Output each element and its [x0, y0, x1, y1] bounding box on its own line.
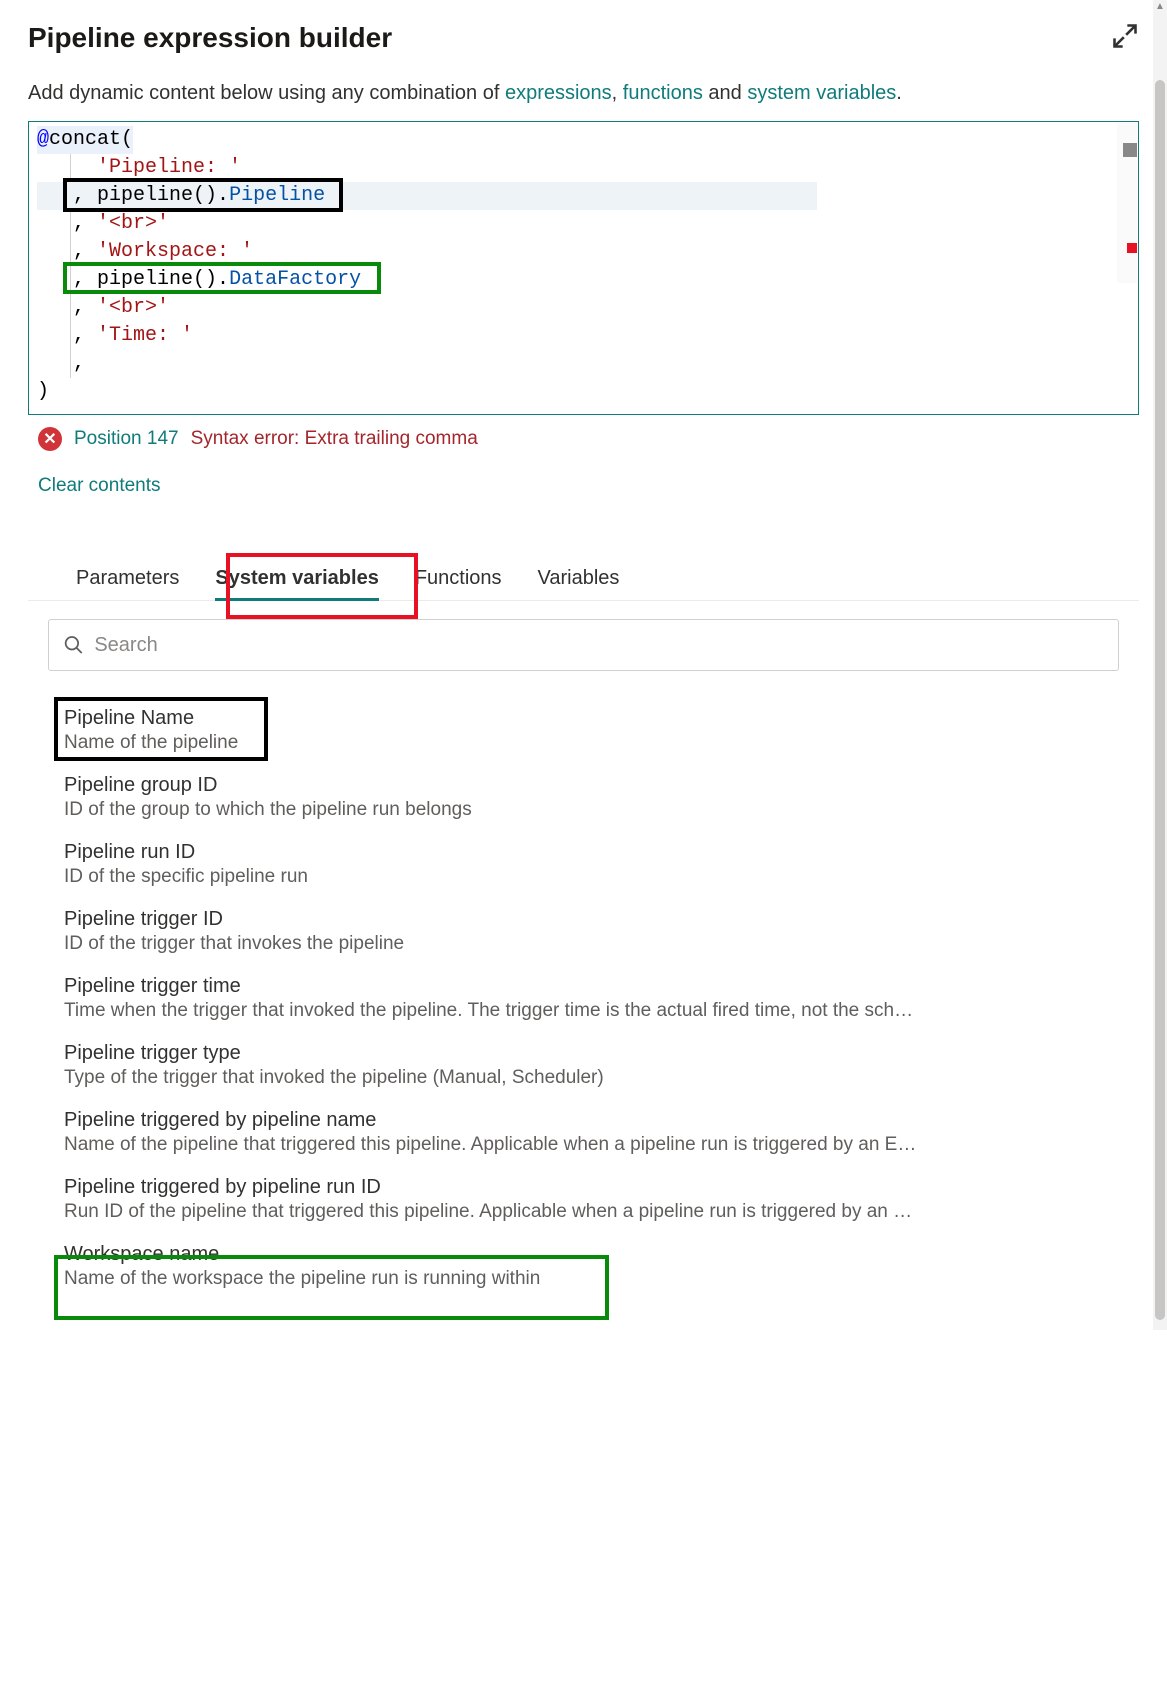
- expand-icon[interactable]: [1111, 22, 1139, 50]
- error-position: Position 147: [74, 428, 179, 450]
- expression-editor[interactable]: @concat( 'Pipeline: ' , pipeline().Pipel…: [28, 121, 1139, 415]
- list-item-triggered-by-run-id[interactable]: Pipeline triggered by pipeline run ID Ru…: [64, 1166, 1139, 1233]
- list-item-pipeline-trigger-type[interactable]: Pipeline trigger type Type of the trigge…: [64, 1032, 1139, 1099]
- list-item-pipeline-run-id[interactable]: Pipeline run ID ID of the specific pipel…: [64, 831, 1139, 898]
- search-box[interactable]: [48, 619, 1119, 671]
- search-input[interactable]: [94, 634, 1104, 657]
- list-item-pipeline-trigger-time[interactable]: Pipeline trigger time Time when the trig…: [64, 965, 1139, 1032]
- scrollbar[interactable]: ▲: [1153, 0, 1167, 1330]
- system-variables-list: Pipeline Name Name of the pipeline Pipel…: [64, 697, 1139, 1300]
- tab-parameters[interactable]: Parameters: [76, 557, 179, 600]
- scrollbar-up-icon[interactable]: ▲: [1155, 2, 1165, 12]
- link-expressions[interactable]: expressions: [505, 82, 612, 104]
- intro-and: and: [703, 82, 747, 104]
- list-item-triggered-by-name[interactable]: Pipeline triggered by pipeline name Name…: [64, 1099, 1139, 1166]
- tab-system-variables[interactable]: System variables: [215, 557, 378, 600]
- editor-minimap[interactable]: [1117, 123, 1137, 283]
- list-item-workspace-name[interactable]: Workspace name Name of the workspace the…: [64, 1233, 1139, 1300]
- tabs: Parameters System variables Functions Va…: [28, 557, 1139, 601]
- link-functions[interactable]: functions: [623, 82, 703, 104]
- scrollbar-thumb[interactable]: [1155, 80, 1165, 1320]
- search-icon: [63, 634, 84, 656]
- intro-text: Add dynamic content below using any comb…: [28, 82, 1139, 105]
- intro-prefix: Add dynamic content below using any comb…: [28, 82, 505, 104]
- error-icon: ✕: [38, 427, 62, 451]
- page-title: Pipeline expression builder: [28, 22, 392, 54]
- link-system-variables[interactable]: system variables: [747, 82, 896, 104]
- error-message: Syntax error: Extra trailing comma: [191, 428, 478, 450]
- tab-functions[interactable]: Functions: [415, 557, 502, 600]
- list-item-pipeline-group-id[interactable]: Pipeline group ID ID of the group to whi…: [64, 764, 1139, 831]
- list-item-pipeline-name[interactable]: Pipeline Name Name of the pipeline: [64, 697, 1139, 764]
- list-item-pipeline-trigger-id[interactable]: Pipeline trigger ID ID of the trigger th…: [64, 898, 1139, 965]
- clear-contents-link[interactable]: Clear contents: [38, 475, 161, 497]
- tab-variables[interactable]: Variables: [538, 557, 620, 600]
